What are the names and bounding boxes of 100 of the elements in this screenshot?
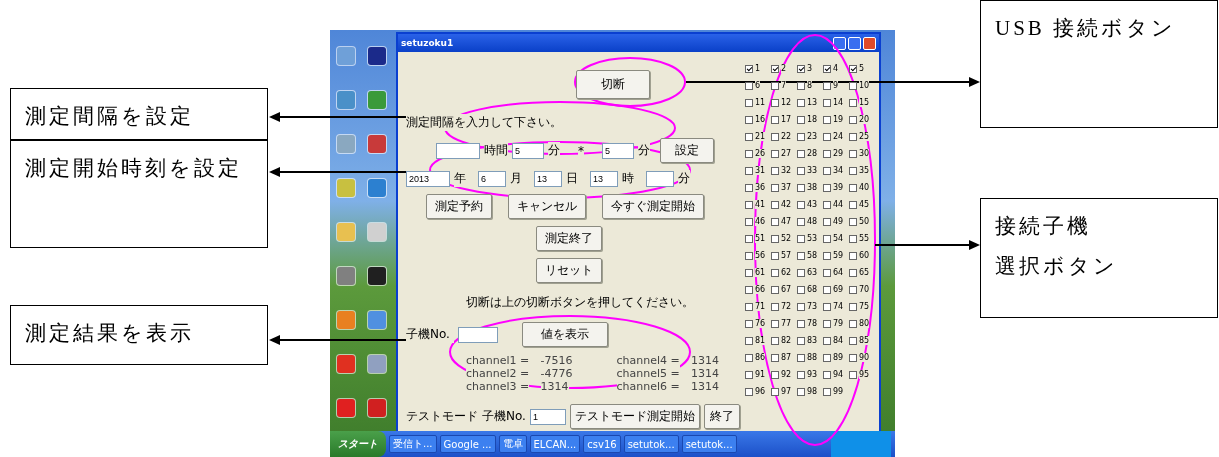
checkbox[interactable] [745, 166, 753, 175]
checkbox[interactable] [745, 115, 753, 124]
checkbox[interactable] [797, 336, 805, 345]
checkbox[interactable] [797, 200, 805, 209]
taskbar-button[interactable]: Google ... [439, 435, 496, 453]
checkbox[interactable] [771, 98, 779, 107]
checkbox[interactable] [849, 183, 857, 192]
taskbar-button[interactable]: 電卓 [498, 435, 527, 453]
action-button[interactable]: 今すぐ測定開始 [602, 194, 704, 219]
checkbox[interactable] [849, 285, 857, 294]
checkbox[interactable] [771, 285, 779, 294]
checkbox[interactable] [797, 64, 805, 73]
checkbox[interactable] [823, 234, 831, 243]
exit-button[interactable]: 終了 [703, 404, 740, 429]
checkbox[interactable] [771, 319, 779, 328]
input-field[interactable]: 5 [512, 142, 544, 159]
checkbox[interactable] [849, 115, 857, 124]
checkbox[interactable] [849, 234, 857, 243]
taskbar-button[interactable]: setutok... [681, 435, 737, 453]
checkbox[interactable] [771, 115, 779, 124]
checkbox[interactable] [745, 268, 753, 277]
checkbox[interactable] [797, 115, 805, 124]
end-button[interactable]: 測定終了 [536, 226, 602, 251]
taskbar-button[interactable]: ELCAN... [529, 435, 581, 453]
checkbox[interactable] [797, 251, 805, 260]
checkbox[interactable] [797, 132, 805, 141]
set-button[interactable]: 設定 [660, 138, 714, 163]
checkbox[interactable] [849, 200, 857, 209]
checkbox[interactable] [797, 302, 805, 311]
checkbox[interactable] [745, 64, 753, 73]
checkbox[interactable] [849, 336, 857, 345]
checkbox[interactable] [797, 387, 805, 396]
checkbox[interactable] [823, 132, 831, 141]
checkbox[interactable] [771, 149, 779, 158]
checkbox[interactable] [849, 149, 857, 158]
checkbox[interactable] [745, 149, 753, 158]
taskbar-button[interactable]: csv16 [583, 435, 621, 453]
checkbox[interactable] [771, 302, 779, 311]
start-button[interactable]: スタート [330, 431, 386, 457]
checkbox[interactable] [745, 217, 753, 226]
checkbox[interactable] [849, 217, 857, 226]
checkbox[interactable] [849, 251, 857, 260]
checkbox[interactable] [823, 353, 831, 362]
checkbox[interactable] [849, 64, 857, 73]
checkbox[interactable] [797, 370, 805, 379]
checkbox[interactable] [745, 234, 753, 243]
checkbox[interactable] [771, 387, 779, 396]
checkbox[interactable] [771, 336, 779, 345]
checkbox[interactable] [797, 319, 805, 328]
checkbox[interactable] [823, 81, 831, 90]
checkbox[interactable] [771, 251, 779, 260]
input-field[interactable] [436, 142, 480, 159]
checkbox[interactable] [745, 302, 753, 311]
checkbox[interactable] [849, 268, 857, 277]
checkbox[interactable] [823, 319, 831, 328]
maximize-icon[interactable] [848, 36, 861, 50]
input-field[interactable] [458, 326, 498, 343]
checkbox[interactable] [849, 319, 857, 328]
checkbox[interactable] [823, 251, 831, 260]
checkbox[interactable] [797, 166, 805, 175]
checkbox[interactable] [823, 115, 831, 124]
action-button[interactable]: キャンセル [508, 194, 586, 219]
reset-button[interactable]: リセット [536, 258, 602, 283]
checkbox[interactable] [745, 81, 753, 90]
show-button[interactable]: 値を表示 [522, 322, 608, 347]
checkbox[interactable] [823, 217, 831, 226]
checkbox[interactable] [745, 98, 753, 107]
checkbox[interactable] [771, 268, 779, 277]
checkbox[interactable] [849, 302, 857, 311]
checkbox[interactable] [849, 353, 857, 362]
checkbox[interactable] [797, 285, 805, 294]
checkbox[interactable] [771, 353, 779, 362]
input-field[interactable]: 5 [602, 142, 634, 159]
checkbox[interactable] [745, 370, 753, 379]
checkbox[interactable] [823, 64, 831, 73]
checkbox[interactable] [849, 81, 857, 90]
desktop-app-icon[interactable] [367, 47, 386, 65]
input-field[interactable]: 6 [478, 170, 506, 187]
desktop-app-icon[interactable] [367, 267, 386, 285]
checkbox[interactable] [745, 336, 753, 345]
checkbox[interactable] [797, 234, 805, 243]
checkbox[interactable] [823, 149, 831, 158]
checkbox[interactable] [797, 217, 805, 226]
input-field[interactable]: 13 [534, 170, 562, 187]
checkbox[interactable] [745, 319, 753, 328]
checkbox[interactable] [823, 336, 831, 345]
action-button[interactable]: 測定予約 [426, 194, 492, 219]
checkbox[interactable] [797, 268, 805, 277]
checkbox[interactable] [823, 200, 831, 209]
checkbox[interactable] [771, 217, 779, 226]
checkbox[interactable] [745, 132, 753, 141]
checkbox[interactable] [849, 166, 857, 175]
checkbox[interactable] [823, 285, 831, 294]
checkbox[interactable] [771, 132, 779, 141]
checkbox[interactable] [771, 370, 779, 379]
checkbox[interactable] [745, 353, 753, 362]
checkbox[interactable] [745, 183, 753, 192]
checkbox[interactable] [823, 302, 831, 311]
checkbox[interactable] [849, 132, 857, 141]
checkbox[interactable] [771, 81, 779, 90]
